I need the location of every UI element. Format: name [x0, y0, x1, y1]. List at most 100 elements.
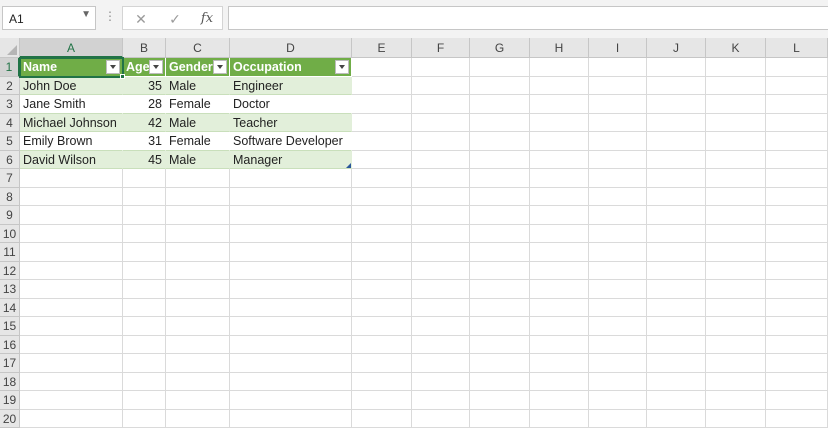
row-header-4[interactable]: 4 [0, 113, 20, 132]
cell[interactable] [352, 113, 412, 132]
cell[interactable] [647, 372, 706, 391]
cell[interactable] [766, 224, 828, 243]
cell[interactable] [470, 187, 530, 206]
cell[interactable] [589, 95, 647, 114]
cell[interactable] [230, 409, 352, 428]
cell[interactable] [123, 243, 166, 262]
cell[interactable] [470, 372, 530, 391]
cell[interactable] [706, 243, 766, 262]
cell[interactable] [706, 409, 766, 428]
table-cell[interactable]: Emily Brown [20, 132, 123, 151]
cell[interactable] [589, 372, 647, 391]
cell[interactable] [230, 169, 352, 188]
cell[interactable] [589, 317, 647, 336]
filter-dropdown-icon[interactable] [149, 60, 163, 74]
cell[interactable] [20, 298, 123, 317]
cell[interactable] [20, 169, 123, 188]
table-cell[interactable]: Doctor [230, 95, 352, 114]
cell[interactable] [766, 243, 828, 262]
cell[interactable] [706, 280, 766, 299]
column-header-j[interactable]: J [647, 38, 706, 58]
cell[interactable] [123, 169, 166, 188]
cell[interactable] [20, 261, 123, 280]
cell[interactable] [352, 298, 412, 317]
cell[interactable] [706, 169, 766, 188]
cell[interactable] [166, 335, 230, 354]
cell[interactable] [352, 169, 412, 188]
cell[interactable] [647, 317, 706, 336]
cell[interactable] [589, 280, 647, 299]
table-cell[interactable]: Male [166, 113, 230, 132]
cell[interactable] [230, 391, 352, 410]
cell[interactable] [647, 335, 706, 354]
cell[interactable] [412, 372, 470, 391]
cell[interactable] [352, 224, 412, 243]
cell[interactable] [123, 317, 166, 336]
cell[interactable] [230, 372, 352, 391]
cell[interactable] [589, 132, 647, 151]
cell[interactable] [123, 224, 166, 243]
table-cell[interactable]: John Doe [20, 76, 123, 95]
cell[interactable] [589, 58, 647, 77]
column-header-b[interactable]: B [123, 38, 166, 58]
cell[interactable] [530, 132, 589, 151]
cell[interactable] [412, 132, 470, 151]
table-cell[interactable]: Teacher [230, 113, 352, 132]
cell[interactable] [589, 169, 647, 188]
cell[interactable] [530, 58, 589, 77]
cell[interactable] [470, 409, 530, 428]
cell[interactable] [352, 76, 412, 95]
cell[interactable] [530, 243, 589, 262]
cell[interactable] [647, 224, 706, 243]
table-cell[interactable]: Male [166, 76, 230, 95]
column-header-d[interactable]: D [230, 38, 352, 58]
cell[interactable] [230, 224, 352, 243]
cell[interactable] [589, 113, 647, 132]
cell[interactable] [470, 298, 530, 317]
table-cell[interactable]: Male [166, 150, 230, 169]
table-cell[interactable]: David Wilson [20, 150, 123, 169]
cell[interactable] [470, 150, 530, 169]
cell[interactable] [706, 113, 766, 132]
cell[interactable] [470, 113, 530, 132]
cell[interactable] [412, 317, 470, 336]
cell[interactable] [352, 58, 412, 77]
cell[interactable] [647, 132, 706, 151]
fill-handle[interactable] [120, 73, 125, 79]
column-header-a[interactable]: A [20, 38, 123, 58]
cell[interactable] [412, 261, 470, 280]
cell[interactable] [166, 409, 230, 428]
cell[interactable] [766, 409, 828, 428]
cell[interactable] [706, 224, 766, 243]
cell[interactable] [530, 280, 589, 299]
cell[interactable] [530, 224, 589, 243]
column-header-i[interactable]: I [589, 38, 647, 58]
cell[interactable] [166, 261, 230, 280]
cell[interactable] [470, 261, 530, 280]
table-cell[interactable]: 45 [123, 150, 166, 169]
row-header-1[interactable]: 1 [0, 58, 20, 77]
cell[interactable] [470, 206, 530, 225]
formula-input[interactable] [228, 6, 828, 30]
row-header-15[interactable]: 15 [0, 317, 20, 336]
cell[interactable] [589, 76, 647, 95]
row-header-18[interactable]: 18 [0, 372, 20, 391]
cell[interactable] [706, 132, 766, 151]
table-cell[interactable]: 28 [123, 95, 166, 114]
cell[interactable] [766, 95, 828, 114]
row-header-12[interactable]: 12 [0, 261, 20, 280]
cell[interactable] [166, 317, 230, 336]
cell[interactable] [230, 280, 352, 299]
row-header-8[interactable]: 8 [0, 187, 20, 206]
cell[interactable] [706, 317, 766, 336]
cell[interactable] [352, 132, 412, 151]
row-header-9[interactable]: 9 [0, 206, 20, 225]
insert-function-icon[interactable]: fx [195, 9, 219, 29]
cell[interactable] [470, 243, 530, 262]
cell[interactable] [766, 150, 828, 169]
cell[interactable] [166, 224, 230, 243]
cell[interactable] [412, 187, 470, 206]
cell[interactable] [20, 317, 123, 336]
cell[interactable] [706, 206, 766, 225]
column-header-f[interactable]: F [412, 38, 470, 58]
